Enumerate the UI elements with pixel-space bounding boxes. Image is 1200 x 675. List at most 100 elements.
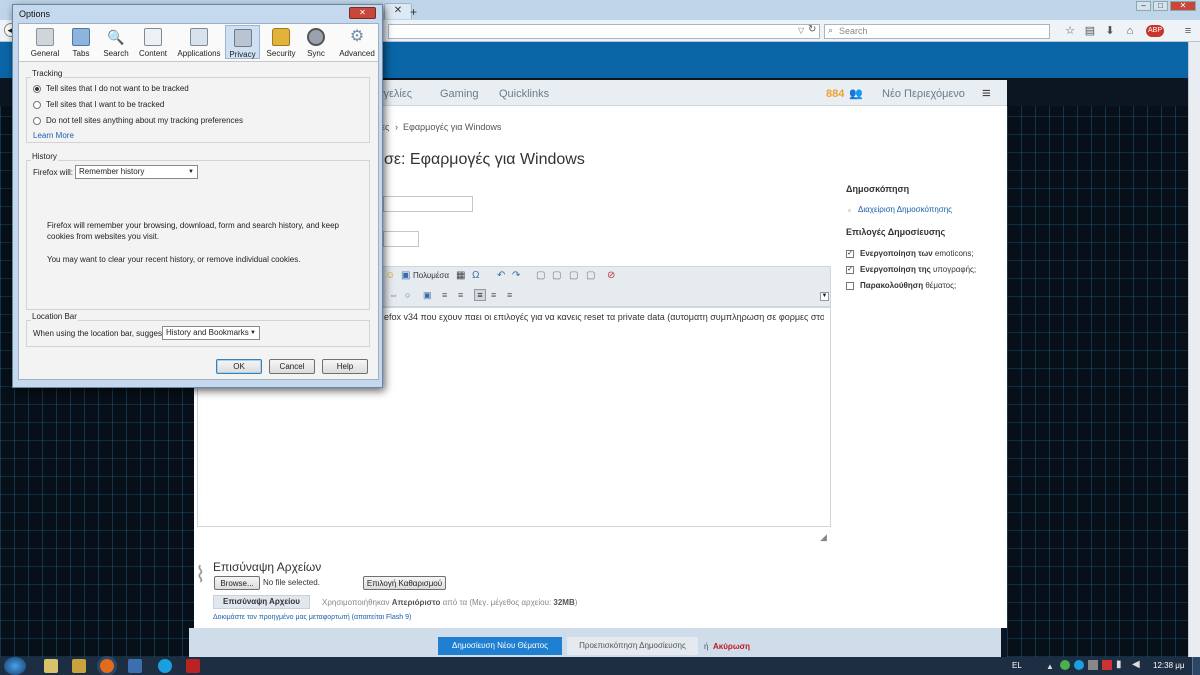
attach-file-button[interactable]: Επισύναψη Αρχείου: [213, 595, 310, 609]
reload-icon[interactable]: ↻: [808, 24, 816, 35]
tab-close-icon[interactable]: ✕: [384, 3, 412, 19]
suggest-select[interactable]: History and Bookmarks: [162, 326, 260, 340]
volume-icon[interactable]: ◀: [1132, 659, 1140, 670]
history-select[interactable]: Remember history: [75, 165, 198, 179]
redo-icon[interactable]: ↷: [512, 270, 520, 281]
tray-expand-icon[interactable]: ▲: [1046, 662, 1054, 671]
tab-sync[interactable]: Sync: [296, 25, 336, 61]
new-content-link[interactable]: Νέο Περιεχόμενο: [882, 88, 965, 100]
emoticons-checkbox[interactable]: ✓: [846, 250, 854, 258]
remote-desktop-icon[interactable]: [128, 659, 142, 673]
winamp-icon[interactable]: [72, 659, 86, 673]
tags-input[interactable]: [383, 231, 419, 247]
skype-icon[interactable]: [158, 659, 172, 673]
hamburger-menu-icon[interactable]: ≡: [982, 85, 991, 102]
cancel-link[interactable]: Ακύρωση: [713, 642, 750, 651]
dialog-close-icon[interactable]: ✕: [349, 7, 376, 19]
tracking-radio-2[interactable]: [33, 101, 41, 109]
align-right-icon[interactable]: ≡: [507, 290, 512, 300]
choose-clear-button[interactable]: Επιλογή Καθαρισμού: [363, 576, 446, 590]
menu-icon[interactable]: ≡: [1182, 25, 1194, 37]
learn-more-link[interactable]: Learn More: [33, 131, 74, 140]
resize-handle-icon[interactable]: ◢: [820, 532, 827, 543]
tab-advanced[interactable]: ⚙ Advanced: [337, 25, 377, 61]
tab-tabs[interactable]: Tabs: [61, 25, 101, 61]
window-close-icon[interactable]: ✕: [1170, 1, 1196, 11]
applications-icon: [190, 28, 208, 46]
bookmark-star-icon[interactable]: ☆: [1064, 25, 1076, 37]
tab-privacy[interactable]: Privacy: [225, 25, 260, 59]
table-icon[interactable]: ▦: [456, 270, 465, 281]
app-icon[interactable]: [186, 659, 200, 673]
ok-button[interactable]: OK: [216, 359, 262, 374]
tracking-option-1[interactable]: Tell sites that I do not want to be trac…: [46, 84, 189, 93]
signature-checkbox[interactable]: ✓: [846, 266, 854, 274]
poll-manage-link[interactable]: Διαχείριση Δημοσκόπησης: [858, 205, 952, 214]
cancel-button[interactable]: Cancel: [269, 359, 315, 374]
toolbar-expand-icon[interactable]: ▼: [820, 292, 829, 301]
reading-list-icon[interactable]: ▤: [1084, 25, 1096, 37]
clock[interactable]: 12:38 μμ: [1153, 661, 1184, 670]
media-icon[interactable]: ▣: [401, 270, 410, 281]
paste-text-icon[interactable]: ▢: [586, 270, 595, 281]
tab-security[interactable]: Security: [261, 25, 301, 61]
home-icon[interactable]: ⌂: [1124, 25, 1136, 37]
firefox-taskbar-icon[interactable]: [100, 659, 114, 673]
indent-icon[interactable]: ≡: [442, 290, 447, 300]
tab-search[interactable]: 🔍 Search: [96, 25, 136, 61]
start-button-icon[interactable]: [4, 657, 26, 675]
special-char-icon[interactable]: Ω: [472, 270, 479, 281]
tracking-option-2[interactable]: Tell sites that I want to be tracked: [46, 100, 164, 109]
image-icon[interactable]: ▣: [423, 290, 432, 301]
align-left-icon[interactable]: ≡: [474, 289, 486, 301]
nav-item-gaming[interactable]: Gaming: [440, 88, 479, 100]
cut-icon[interactable]: ▢: [536, 270, 545, 281]
search-input[interactable]: Search: [824, 24, 1050, 39]
nav-item-quicklinks[interactable]: Quicklinks: [499, 88, 549, 100]
download-icon[interactable]: ⬇: [1104, 25, 1116, 37]
dropdown-icon[interactable]: ▽: [798, 26, 804, 35]
show-desktop-button[interactable]: [1192, 657, 1200, 675]
paste-icon[interactable]: ▢: [569, 270, 578, 281]
preview-button[interactable]: Προεπισκόπηση Δημοσίευσης: [567, 637, 698, 655]
new-tab-icon[interactable]: +: [410, 5, 417, 19]
tray-app-icon[interactable]: [1088, 660, 1098, 670]
nav-item-news[interactable]: γγελίες: [378, 88, 412, 100]
advanced-uploader-link[interactable]: Δοκιμάστε τον προηγμένο μας μεταφορτωτή …: [213, 614, 411, 621]
page-scrollbar[interactable]: [1188, 42, 1200, 657]
users-icon[interactable]: 👥: [849, 87, 863, 100]
tab-general[interactable]: General: [25, 25, 65, 61]
outdent-icon[interactable]: ≡: [458, 290, 463, 300]
tray-security-icon[interactable]: [1060, 660, 1070, 670]
signature-option: Ενεργοποίηση της υπογραφής;: [860, 265, 976, 274]
emoticon-icon[interactable]: ☺: [385, 270, 395, 281]
title-input[interactable]: [383, 196, 473, 212]
remove-format-icon[interactable]: ⊘: [607, 270, 615, 281]
undo-icon[interactable]: ↶: [497, 270, 505, 281]
language-indicator[interactable]: EL: [1012, 661, 1022, 670]
tracking-option-3[interactable]: Do not tell sites anything about my trac…: [46, 116, 243, 125]
minimize-icon[interactable]: –: [1136, 1, 1151, 11]
maximize-icon[interactable]: □: [1153, 1, 1168, 11]
submit-topic-button[interactable]: Δημοσίευση Νέου Θέματος: [438, 637, 562, 655]
network-icon[interactable]: ▮: [1116, 659, 1122, 670]
quote-icon[interactable]: ○: [405, 290, 410, 300]
align-center-icon[interactable]: ≡: [491, 290, 496, 300]
tray-flag-icon[interactable]: [1102, 660, 1112, 670]
url-bar[interactable]: [388, 24, 820, 39]
link-icon[interactable]: ⇔: [389, 290, 398, 300]
help-button[interactable]: Help: [322, 359, 368, 374]
tab-content[interactable]: Content: [133, 25, 173, 61]
tab-applications[interactable]: Applications: [173, 25, 225, 61]
online-count[interactable]: 884: [826, 88, 844, 100]
breadcrumb-current[interactable]: Εφαρμογές για Windows: [403, 122, 501, 132]
browse-button[interactable]: Browse...: [214, 576, 260, 590]
copy-icon[interactable]: ▢: [552, 270, 561, 281]
follow-checkbox[interactable]: [846, 282, 854, 290]
explorer-icon[interactable]: [44, 659, 58, 673]
tracking-radio-3[interactable]: [33, 117, 41, 125]
media-label[interactable]: Πολυμέσα: [413, 271, 449, 280]
tracking-radio-1[interactable]: [33, 85, 41, 93]
adblock-icon[interactable]: ABP: [1146, 25, 1164, 37]
tray-skype-icon[interactable]: [1074, 660, 1084, 670]
